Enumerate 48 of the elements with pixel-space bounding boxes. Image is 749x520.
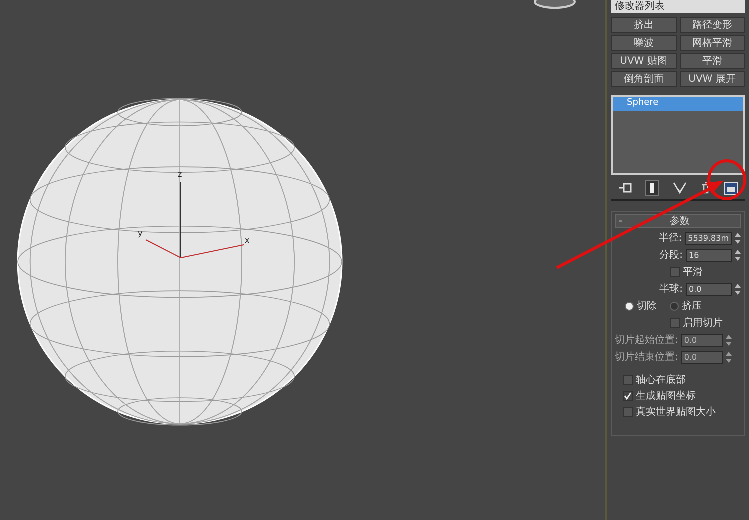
field-label: 半径: (658, 232, 682, 245)
modifier-button[interactable]: 噪波 (611, 35, 676, 51)
checkbox-label: 生成贴图坐标 (636, 390, 696, 403)
field-label: 半球: (660, 282, 683, 296)
field-label: 切片结束位置: (615, 350, 678, 364)
checkbox[interactable] (623, 391, 633, 401)
checkbox-label: 平滑 (683, 266, 703, 279)
modifier-button[interactable]: 挤出 (611, 17, 676, 33)
spinner-arrows-icon[interactable] (735, 284, 741, 294)
modifier-button[interactable]: 倒角剖面 (611, 71, 676, 87)
annotation-circle (708, 160, 746, 200)
viewcube-ring-icon[interactable] (533, 0, 577, 10)
modifier-button[interactable]: 平滑 (680, 53, 745, 69)
modifier-button[interactable]: 网格平滑 (680, 35, 745, 51)
spinner-arrows-icon[interactable] (726, 352, 732, 362)
spinner-field[interactable]: 0.0 (686, 282, 732, 296)
checkbox-label: 真实世界贴图大小 (636, 406, 716, 419)
modifier-button[interactable]: UVW 贴图 (611, 53, 676, 69)
field-label: 切片起始位置: (615, 334, 678, 347)
bar-icon[interactable] (645, 180, 660, 196)
spinner-field[interactable]: 16 (686, 248, 732, 262)
trash-icon[interactable] (700, 182, 711, 194)
checkbox[interactable] (670, 318, 680, 328)
checkbox[interactable] (623, 407, 633, 417)
spinner-arrows-icon[interactable] (726, 334, 732, 346)
axis-label: x (245, 236, 250, 245)
axis-label: y (138, 229, 143, 238)
checkbox[interactable] (670, 267, 680, 277)
axis-label: z (178, 170, 182, 179)
checkbox-label: 启用切片 (683, 316, 723, 330)
fork-icon[interactable] (672, 182, 687, 194)
radio-button[interactable] (625, 302, 634, 310)
spinner-field[interactable]: 5539.83m (685, 232, 732, 244)
radio-label: 挤压 (682, 300, 702, 313)
modifier-list-dropdown[interactable]: 修改器列表 (611, 0, 745, 13)
spinner-arrows-icon[interactable] (735, 232, 741, 244)
field-label: 分段: (660, 249, 683, 262)
radio-button[interactable] (670, 302, 679, 310)
pin-icon[interactable] (618, 182, 632, 194)
stack-item[interactable]: Sphere (613, 97, 743, 111)
modifier-button[interactable]: 路径变形 (680, 17, 745, 33)
spinner-arrows-icon[interactable] (735, 250, 741, 260)
radio-label: 切除 (637, 300, 657, 313)
checkbox-label: 轴心在底部 (636, 374, 686, 387)
checkbox[interactable] (623, 375, 633, 385)
modifier-button[interactable]: UVW 展开 (680, 71, 745, 87)
configure-icon[interactable] (724, 182, 738, 194)
rollout-header[interactable]: - 参数 (615, 214, 741, 228)
